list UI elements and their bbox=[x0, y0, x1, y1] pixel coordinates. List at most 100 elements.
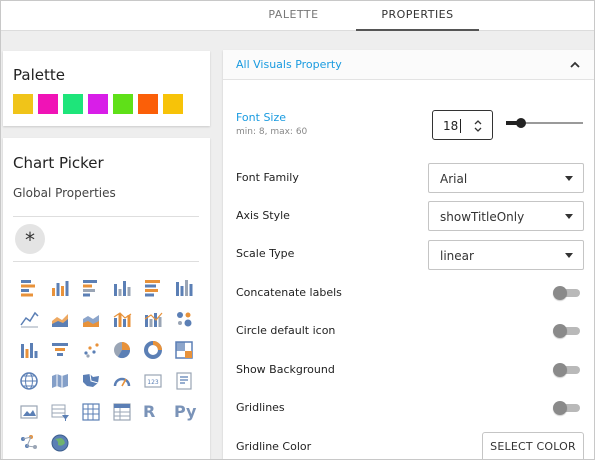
bar-line-combo-icon-glyph bbox=[113, 311, 132, 327]
bubble-matrix-icon[interactable] bbox=[171, 303, 202, 334]
region-map-icon-glyph bbox=[52, 373, 68, 388]
svg-text:123: 123 bbox=[147, 379, 159, 386]
palette-title: Palette bbox=[13, 66, 65, 84]
chart-picker-card: Chart Picker Global Properties * 123 R Py bbox=[3, 138, 210, 459]
world-globe-icon[interactable] bbox=[47, 427, 78, 458]
data-table-icon[interactable] bbox=[109, 396, 140, 427]
data-table-icon-glyph bbox=[113, 402, 131, 421]
tab-properties[interactable]: PROPERTIES bbox=[356, 1, 479, 31]
spinner-arrows-icon[interactable] bbox=[474, 120, 482, 132]
stacked-horizontal-bar-icon-glyph bbox=[145, 279, 160, 296]
region-map-icon[interactable] bbox=[47, 365, 78, 396]
show-background-toggle[interactable] bbox=[553, 363, 581, 377]
palette-swatch[interactable] bbox=[163, 94, 183, 114]
treemap-icon-glyph bbox=[175, 340, 193, 359]
funnel-chart-icon[interactable] bbox=[47, 334, 78, 365]
pie-chart-icon[interactable] bbox=[109, 334, 140, 365]
scale-type-select[interactable]: linear bbox=[428, 240, 584, 270]
toggle-knob bbox=[553, 324, 567, 338]
column-chart-icon[interactable] bbox=[171, 272, 202, 303]
gauge-icon[interactable] bbox=[109, 365, 140, 396]
python-script-icon[interactable]: Py bbox=[171, 396, 202, 427]
pivot-table-icon-glyph bbox=[82, 402, 100, 421]
stacked-bar-chart-icon[interactable] bbox=[47, 272, 78, 303]
pivot-table-icon[interactable] bbox=[78, 396, 109, 427]
r-script-icon[interactable]: R bbox=[140, 396, 171, 427]
bar-chart-icon-glyph bbox=[21, 279, 35, 296]
choropleth-map-icon-glyph bbox=[83, 373, 99, 387]
image-card-icon[interactable] bbox=[16, 396, 47, 427]
number-kpi-icon[interactable]: 123 bbox=[140, 365, 171, 396]
stacked-area-chart-icon-glyph bbox=[83, 314, 99, 327]
circle-default-icon-label: Circle default icon bbox=[236, 324, 336, 337]
caret-down-icon bbox=[565, 214, 573, 219]
all-charts-asterisk-button[interactable]: * bbox=[15, 224, 45, 254]
column-line-combo-icon[interactable] bbox=[140, 303, 171, 334]
concatenate-labels-toggle[interactable] bbox=[553, 286, 581, 300]
network-graph-icon-glyph bbox=[21, 434, 37, 449]
palette-swatch[interactable] bbox=[38, 94, 58, 114]
palette-swatch[interactable] bbox=[113, 94, 133, 114]
palette-swatch[interactable] bbox=[138, 94, 158, 114]
palette-swatch[interactable] bbox=[13, 94, 33, 114]
toggle-knob bbox=[553, 401, 567, 415]
chart-picker-title: Chart Picker bbox=[13, 154, 104, 172]
caret-down-icon bbox=[565, 253, 573, 258]
line-chart-icon[interactable] bbox=[16, 303, 47, 334]
global-properties-label[interactable]: Global Properties bbox=[13, 186, 116, 200]
axis-style-select[interactable]: showTitleOnly bbox=[428, 201, 584, 231]
stacked-area-chart-icon[interactable] bbox=[78, 303, 109, 334]
world-globe-icon-glyph bbox=[51, 434, 69, 451]
column-chart-icon-glyph bbox=[176, 279, 193, 296]
filter-table-icon[interactable] bbox=[47, 396, 78, 427]
toggle-knob bbox=[553, 363, 567, 377]
font-size-label: Font Size bbox=[236, 111, 287, 124]
font-size-slider-handle[interactable] bbox=[516, 118, 526, 128]
r-script-icon-label: R bbox=[143, 402, 156, 421]
chart-type-grid: 123 R Py bbox=[16, 272, 202, 458]
grouped-column-chart-icon[interactable] bbox=[109, 272, 140, 303]
circle-default-icon-toggle[interactable] bbox=[553, 324, 581, 338]
palette-swatch[interactable] bbox=[63, 94, 83, 114]
stacked-horizontal-bar-icon[interactable] bbox=[140, 272, 171, 303]
axis-style-value: showTitleOnly bbox=[440, 210, 525, 224]
all-visuals-property-header[interactable]: All Visuals Property bbox=[223, 50, 594, 80]
chevron-up-icon[interactable] bbox=[568, 58, 582, 72]
text-card-icon[interactable] bbox=[171, 365, 202, 396]
treemap-icon[interactable] bbox=[171, 334, 202, 365]
gauge-icon-glyph bbox=[113, 377, 131, 386]
bar-line-combo-icon[interactable] bbox=[109, 303, 140, 334]
bar-chart-icon[interactable] bbox=[16, 272, 47, 303]
scale-type-label: Scale Type bbox=[236, 247, 295, 260]
tab-palette[interactable]: PALETTE bbox=[231, 1, 356, 31]
palette-swatch[interactable] bbox=[88, 94, 108, 114]
select-color-button[interactable]: SELECT COLOR bbox=[482, 432, 584, 459]
gridline-color-label: Gridline Color bbox=[236, 440, 312, 453]
tab-bar: PALETTE PROPERTIES bbox=[1, 1, 594, 31]
palette-swatches bbox=[13, 94, 183, 114]
show-background-label: Show Background bbox=[236, 363, 335, 376]
app-frame: PALETTE PROPERTIES Palette Chart Picker … bbox=[0, 0, 595, 460]
font-family-select[interactable]: Arial bbox=[428, 163, 584, 193]
font-size-input[interactable]: 18 bbox=[432, 110, 493, 140]
axis-style-label: Axis Style bbox=[236, 209, 290, 222]
palette-card: Palette bbox=[3, 51, 210, 126]
donut-chart-icon[interactable] bbox=[140, 334, 171, 365]
globe-icon[interactable] bbox=[16, 365, 47, 396]
gridlines-label: Gridlines bbox=[236, 401, 285, 414]
horizontal-bar-chart-icon[interactable] bbox=[78, 272, 109, 303]
column-line-combo-icon-glyph bbox=[144, 312, 163, 327]
scatter-plot-icon-glyph bbox=[84, 342, 99, 358]
choropleth-map-icon[interactable] bbox=[78, 365, 109, 396]
network-graph-icon[interactable] bbox=[16, 427, 47, 458]
divider bbox=[13, 216, 199, 217]
vertical-bar-alt-icon-glyph bbox=[21, 342, 38, 358]
stacked-bar-chart-icon-glyph bbox=[52, 280, 69, 296]
filter-table-icon-glyph bbox=[51, 404, 69, 421]
properties-card: All Visuals Property Font Size min: 8, m… bbox=[223, 50, 594, 459]
gridlines-toggle[interactable] bbox=[553, 401, 581, 415]
image-card-icon-glyph bbox=[20, 404, 38, 419]
area-chart-icon[interactable] bbox=[47, 303, 78, 334]
scatter-plot-icon[interactable] bbox=[78, 334, 109, 365]
vertical-bar-alt-icon[interactable] bbox=[16, 334, 47, 365]
